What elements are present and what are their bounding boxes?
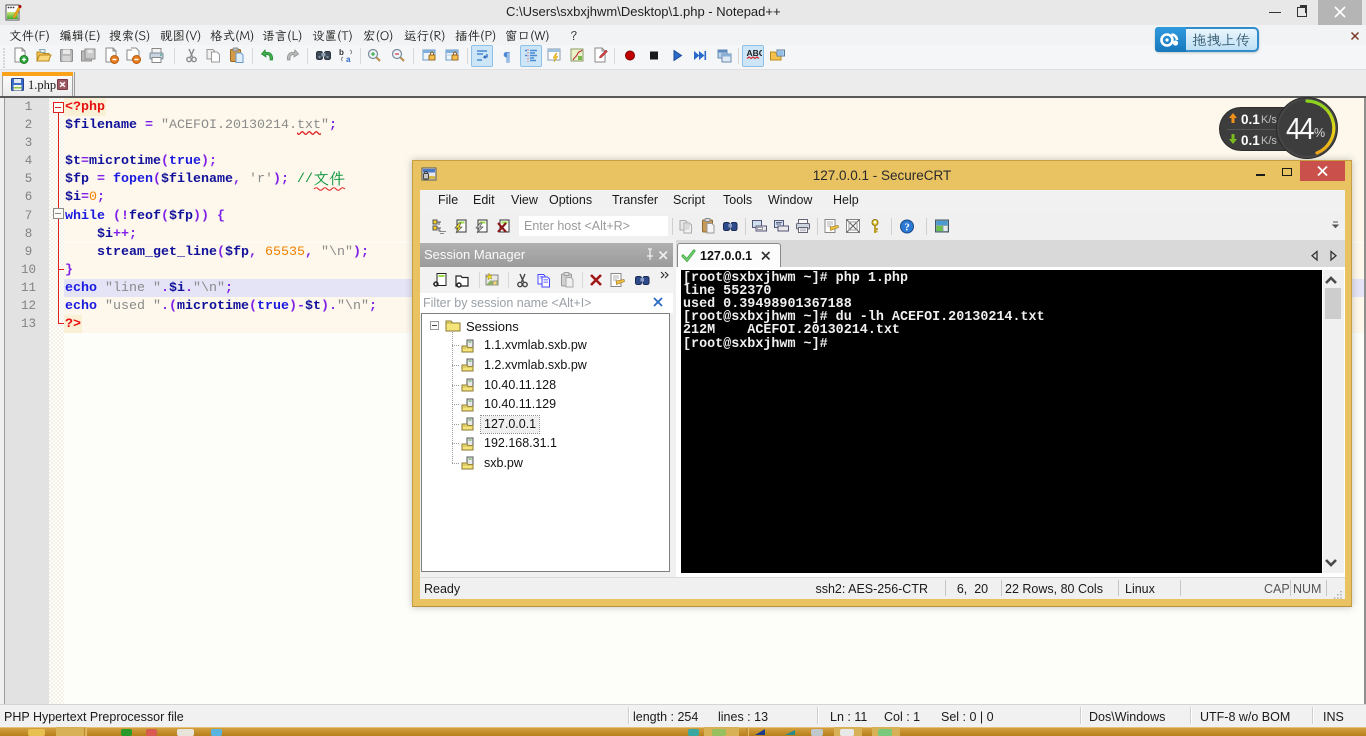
svg-text:a: a bbox=[346, 55, 351, 64]
svg-text:?: ? bbox=[905, 223, 910, 234]
svg-text:b: b bbox=[339, 48, 344, 57]
svg-text:¶: ¶ bbox=[503, 50, 511, 64]
